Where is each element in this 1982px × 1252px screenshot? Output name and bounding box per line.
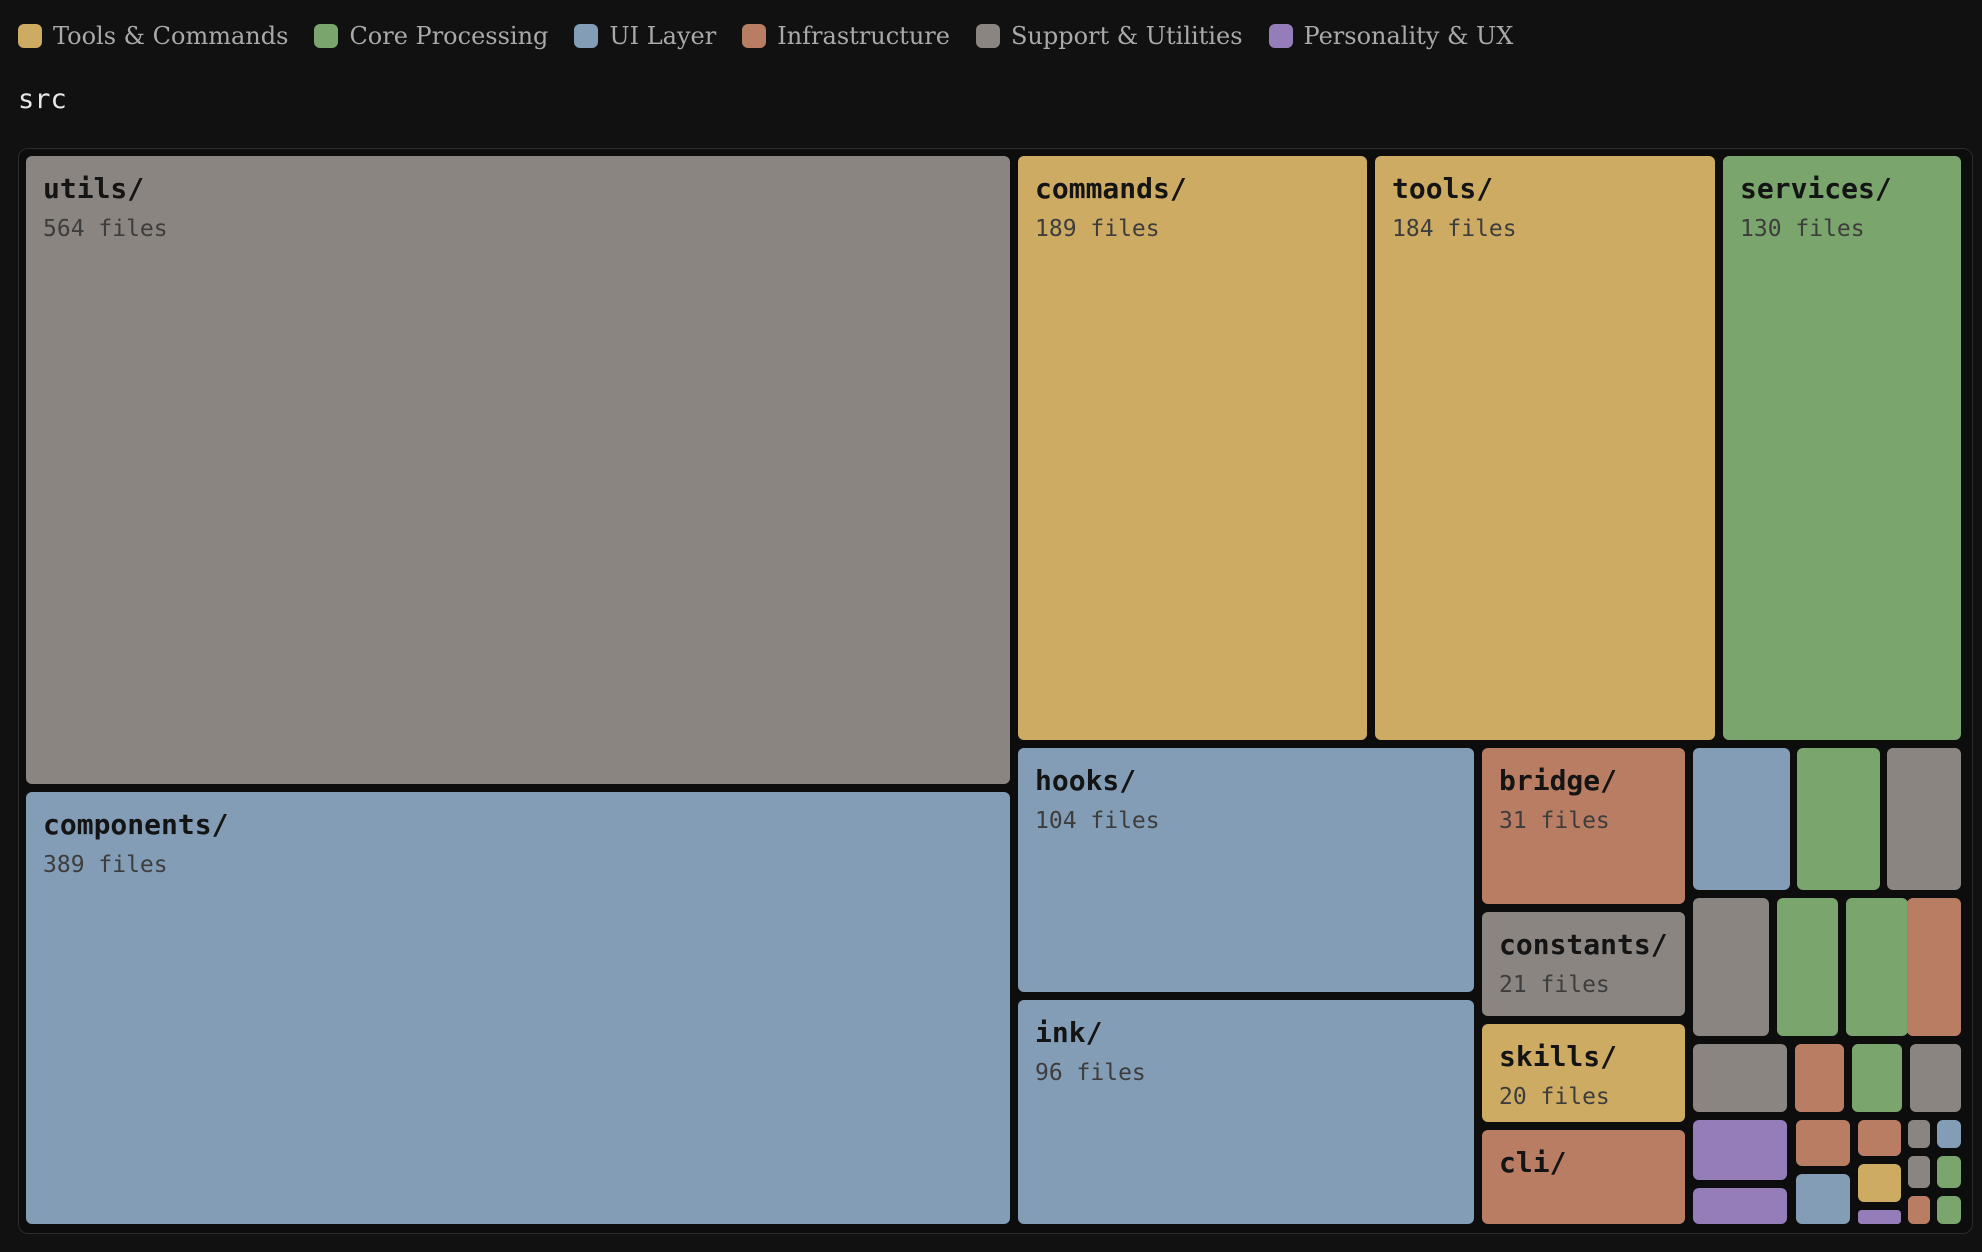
treemap-tile-count: 96 files <box>1035 1060 1146 1086</box>
treemap-tile[interactable] <box>1846 898 1908 1036</box>
treemap-tile-rect[interactable] <box>1858 1210 1901 1224</box>
treemap-tile[interactable] <box>1693 1188 1787 1224</box>
treemap-tile-rect[interactable] <box>1796 1174 1850 1224</box>
treemap-tile-rect[interactable] <box>1795 1044 1844 1112</box>
treemap-tile[interactable]: tools/184 files <box>1375 156 1715 740</box>
treemap-tile[interactable]: constants/21 files <box>1482 912 1685 1016</box>
treemap-tile-rect[interactable] <box>1797 748 1880 890</box>
treemap-tile-count: 189 files <box>1035 216 1160 242</box>
treemap-tile-rect[interactable] <box>1693 1120 1787 1180</box>
treemap-tile[interactable] <box>1797 748 1880 890</box>
treemap-tile-count: 104 files <box>1035 808 1160 834</box>
treemap-tile-name: utils/ <box>43 172 144 205</box>
treemap-tile[interactable] <box>1908 1156 1930 1188</box>
treemap-tile-count: 564 files <box>43 216 168 242</box>
treemap-tile-rect[interactable] <box>1937 1196 1961 1224</box>
treemap-tile[interactable] <box>1887 748 1961 890</box>
treemap-tile-name: services/ <box>1740 172 1892 205</box>
treemap-tile[interactable]: utils/564 files <box>26 156 1010 784</box>
treemap-tile[interactable] <box>1693 748 1790 890</box>
treemap-tile[interactable]: commands/189 files <box>1018 156 1367 740</box>
treemap-tile[interactable] <box>1910 1044 1961 1112</box>
treemap-tile-rect[interactable] <box>1846 898 1908 1036</box>
treemap-tile[interactable] <box>1795 1044 1844 1112</box>
treemap-tile-rect[interactable] <box>1887 748 1961 890</box>
treemap-tile[interactable] <box>1937 1156 1961 1188</box>
treemap-tile-name: skills/ <box>1499 1040 1617 1073</box>
treemap-tile-rect[interactable] <box>1908 1196 1930 1224</box>
treemap-tile[interactable] <box>1907 898 1961 1036</box>
treemap-tile-rect[interactable] <box>1907 898 1961 1036</box>
treemap-tile-count: 184 files <box>1392 216 1517 242</box>
treemap-tile-rect[interactable] <box>1693 1188 1787 1224</box>
treemap-tile[interactable] <box>1858 1120 1901 1156</box>
treemap-tile-rect[interactable] <box>26 792 1010 1224</box>
treemap-tile-count: 20 files <box>1499 1084 1610 1110</box>
treemap-tile-rect[interactable] <box>1858 1120 1901 1156</box>
treemap-tile[interactable] <box>1937 1120 1961 1148</box>
treemap-tile-name: hooks/ <box>1035 764 1136 797</box>
treemap-tile-rect[interactable] <box>1908 1156 1930 1188</box>
treemap-tile-rect[interactable] <box>1693 1044 1787 1112</box>
treemap-tile-name: cli/ <box>1499 1146 1566 1179</box>
treemap-tile-count: 21 files <box>1499 972 1610 998</box>
treemap-tile-rect[interactable] <box>1723 156 1961 740</box>
treemap-tile[interactable]: bridge/31 files <box>1482 748 1685 904</box>
treemap-tile-rect[interactable] <box>1375 156 1715 740</box>
treemap-tile-name: components/ <box>43 808 228 841</box>
treemap-tile[interactable] <box>1858 1210 1901 1224</box>
treemap-tile-name: tools/ <box>1392 172 1493 205</box>
treemap-tile[interactable]: components/389 files <box>26 792 1010 1224</box>
treemap-tile-rect[interactable] <box>1937 1156 1961 1188</box>
treemap-tile[interactable]: cli/ <box>1482 1130 1685 1224</box>
treemap-tile-rect[interactable] <box>1018 156 1367 740</box>
treemap-tile-name: constants/ <box>1499 928 1668 961</box>
treemap-tile-count: 130 files <box>1740 216 1865 242</box>
treemap-tile-name: bridge/ <box>1499 764 1617 797</box>
treemap-tile[interactable] <box>1777 898 1838 1036</box>
treemap-chart: utils/564 filescomponents/389 filescomma… <box>26 156 1961 1224</box>
treemap-tile-name: commands/ <box>1035 172 1187 205</box>
treemap-tile-rect[interactable] <box>1693 898 1769 1036</box>
treemap-tile-rect[interactable] <box>1908 1120 1930 1148</box>
treemap-tile-rect[interactable] <box>1852 1044 1902 1112</box>
treemap-tile-rect[interactable] <box>1910 1044 1961 1112</box>
treemap-tile[interactable] <box>1858 1164 1901 1202</box>
treemap-tile[interactable] <box>1796 1120 1850 1166</box>
treemap-tile[interactable] <box>1693 898 1769 1036</box>
treemap-tile-count: 389 files <box>43 852 168 878</box>
treemap-tile[interactable] <box>1693 1044 1787 1112</box>
treemap-tile[interactable] <box>1796 1174 1850 1224</box>
treemap-tile-rect[interactable] <box>1796 1120 1850 1166</box>
treemap-tile[interactable] <box>1852 1044 1902 1112</box>
treemap-tile[interactable]: skills/20 files <box>1482 1024 1685 1122</box>
treemap-tile[interactable]: ink/96 files <box>1018 1000 1474 1224</box>
treemap-tile-rect[interactable] <box>26 156 1010 784</box>
treemap-tile[interactable]: hooks/104 files <box>1018 748 1474 992</box>
treemap-tile[interactable] <box>1908 1196 1930 1224</box>
treemap-tile-count: 31 files <box>1499 808 1610 834</box>
treemap-tile[interactable]: services/130 files <box>1723 156 1961 740</box>
treemap-tile[interactable] <box>1937 1196 1961 1224</box>
treemap-tile-rect[interactable] <box>1693 748 1790 890</box>
treemap-tile-rect[interactable] <box>1777 898 1838 1036</box>
treemap-tile-rect[interactable] <box>1858 1164 1901 1202</box>
treemap-tile[interactable] <box>1693 1120 1787 1180</box>
treemap-tile-rect[interactable] <box>1937 1120 1961 1148</box>
treemap-tile[interactable] <box>1908 1120 1930 1148</box>
treemap-tile-name: ink/ <box>1035 1016 1102 1049</box>
